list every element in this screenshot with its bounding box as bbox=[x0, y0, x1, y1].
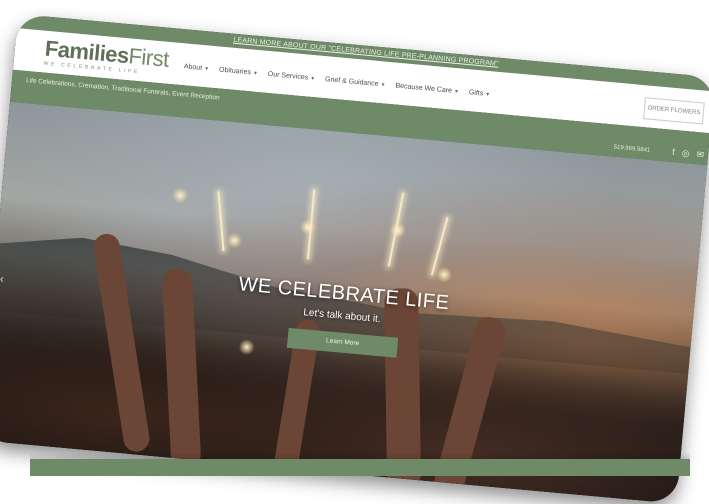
nav-item-gifts[interactable]: Gifts ▾ bbox=[469, 89, 490, 98]
chevron-down-icon: ▾ bbox=[454, 88, 459, 96]
hero-sparkle bbox=[389, 221, 407, 240]
chevron-down-icon: ▾ bbox=[381, 82, 385, 89]
hero-sparkle bbox=[225, 231, 244, 250]
nav-item-our-services[interactable]: Our Services ▾ bbox=[267, 71, 314, 82]
instagram-icon[interactable]: ◎ bbox=[681, 148, 690, 160]
chevron-down-icon: ▾ bbox=[204, 66, 209, 73]
hero-banner: ‹ WE CELEBRATE LIFE Let's talk about it.… bbox=[0, 101, 708, 504]
bottom-strip-shadow bbox=[30, 452, 690, 459]
nav-item-grief-guidance[interactable]: Grief & Guidance ▾ bbox=[325, 76, 385, 88]
hero-sparkler bbox=[217, 191, 225, 252]
facebook-icon[interactable]: f bbox=[672, 147, 675, 158]
order-flowers-button[interactable]: ORDER FLOWERS bbox=[643, 97, 705, 125]
phone-number[interactable]: 519.969.5841 bbox=[613, 145, 650, 154]
chevron-down-icon: ▾ bbox=[310, 75, 315, 83]
social-links: f ◎ ✉ bbox=[672, 147, 705, 161]
nav-item-because-we-care[interactable]: Because We Care ▾ bbox=[395, 83, 458, 96]
hero-sparkle bbox=[435, 266, 453, 284]
email-icon[interactable]: ✉ bbox=[696, 149, 704, 161]
chevron-down-icon: ▾ bbox=[485, 91, 490, 99]
nav-item-obituaries[interactable]: Obituaries ▾ bbox=[219, 66, 257, 76]
nav-item-about[interactable]: About ▾ bbox=[184, 63, 209, 72]
hero-sparkle bbox=[299, 218, 317, 236]
hero-sparkle bbox=[171, 186, 189, 205]
chevron-down-icon: ▾ bbox=[253, 70, 258, 77]
browser-page-card: LEARN MORE ABOUT OUR "CELEBRATING LIFE P… bbox=[0, 14, 709, 504]
bottom-green-strip bbox=[30, 459, 690, 476]
site-logo[interactable]: FamiliesFirst WE CELEBRATE LIFE bbox=[43, 36, 170, 78]
